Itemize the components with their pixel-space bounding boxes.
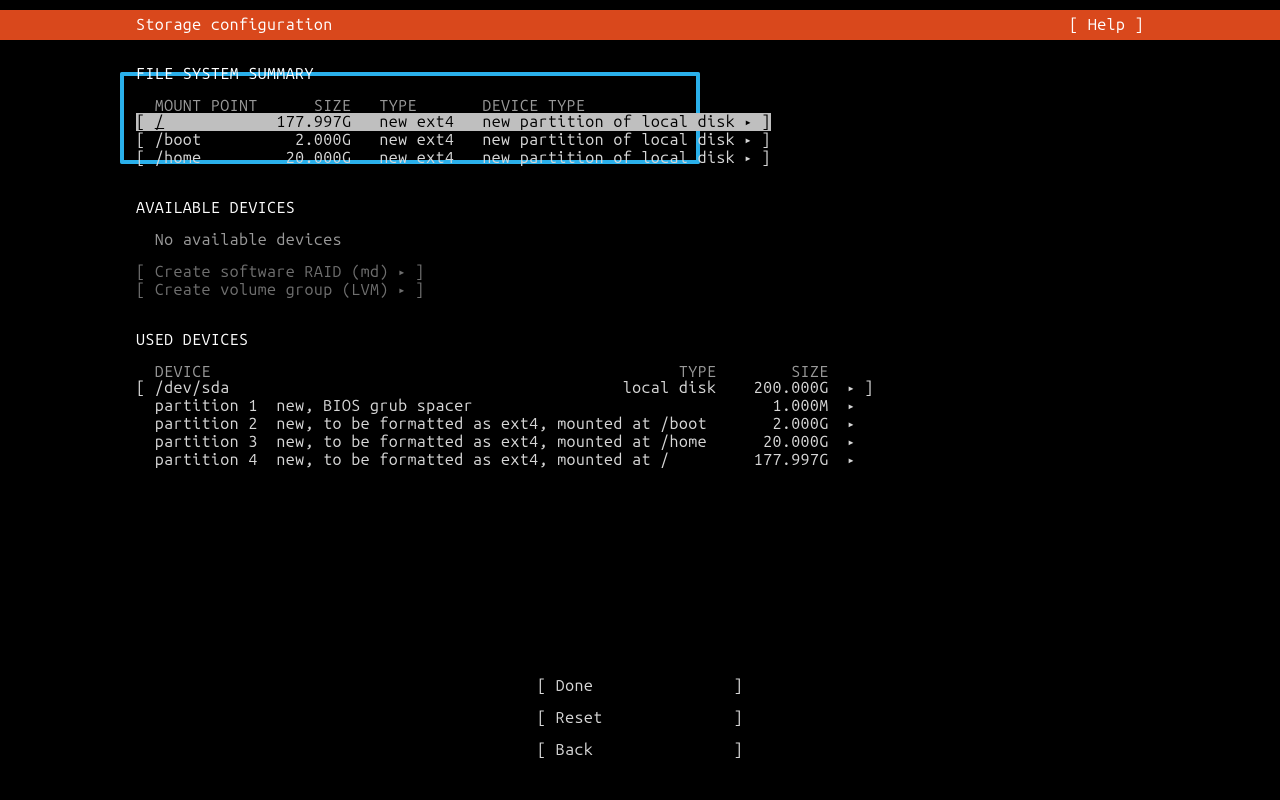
- help-button[interactable]: [ Help ]: [1069, 17, 1280, 33]
- chevron-right-icon: ▸: [847, 417, 855, 433]
- back-button[interactable]: [ Back ]: [0, 742, 1280, 758]
- fs-row-selected[interactable]: [ / 177.997G new ext4 new partition of l…: [136, 113, 771, 131]
- no-available-devices: No available devices: [155, 231, 342, 249]
- chevron-right-icon: ▸: [744, 151, 752, 167]
- used-disk-row[interactable]: [ /dev/sda local disk 200.000G ▸ ]: [136, 379, 874, 397]
- fs-row[interactable]: [ /boot 2.000G new ext4 new partition of…: [136, 131, 771, 149]
- chevron-right-icon: ▸: [847, 381, 855, 397]
- chevron-right-icon: ▸: [744, 115, 752, 131]
- available-action-disabled: [ Create software RAID (md) ▸ ]: [136, 263, 424, 281]
- reset-button[interactable]: [ Reset ]: [0, 710, 1280, 726]
- used-partition-row[interactable]: partition 4 new, to be formatted as ext4…: [136, 451, 855, 469]
- chevron-right-icon: ▸: [847, 399, 855, 415]
- available-action-disabled: [ Create volume group (LVM) ▸ ]: [136, 281, 424, 299]
- page-title: Storage configuration: [0, 17, 333, 33]
- title-bar: Storage configuration [ Help ]: [0, 10, 1280, 40]
- used-partition-row[interactable]: partition 1 new, BIOS grub spacer 1.000M…: [136, 397, 855, 415]
- available-heading: AVAILABLE DEVICES: [136, 199, 295, 217]
- chevron-right-icon: ▸: [847, 453, 855, 469]
- used-partition-row[interactable]: partition 3 new, to be formatted as ext4…: [136, 433, 855, 451]
- used-heading: USED DEVICES: [136, 331, 248, 349]
- fs-summary-heading: FILE SYSTEM SUMMARY: [136, 65, 314, 83]
- fs-row[interactable]: [ /home 20.000G new ext4 new partition o…: [136, 149, 771, 167]
- used-partition-row[interactable]: partition 2 new, to be formatted as ext4…: [136, 415, 855, 433]
- done-button[interactable]: [ Done ]: [0, 678, 1280, 694]
- chevron-right-icon: ▸: [744, 133, 752, 149]
- chevron-right-icon: ▸: [847, 435, 855, 451]
